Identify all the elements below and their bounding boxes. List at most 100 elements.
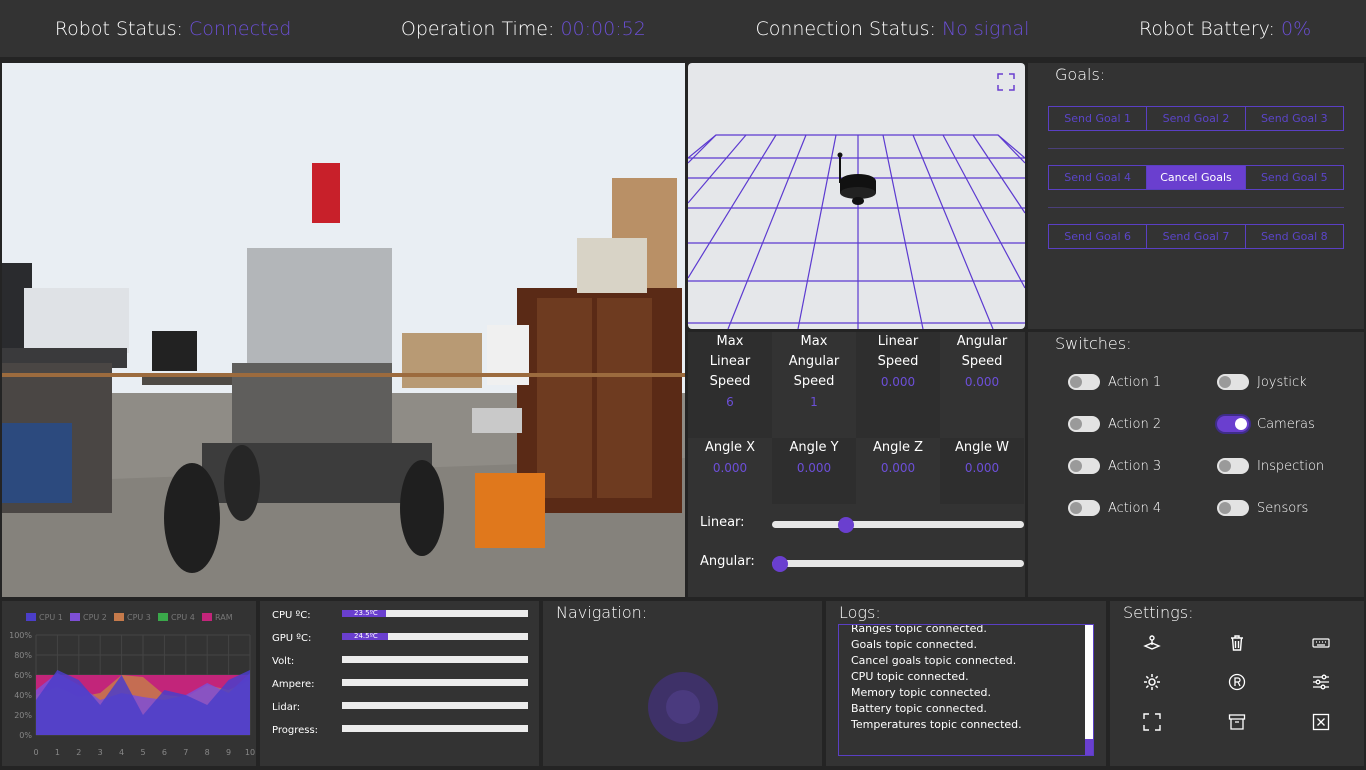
- log-scrollbar-thumb[interactable]: [1085, 739, 1093, 755]
- cancel-goals-button[interactable]: Cancel Goals: [1147, 166, 1246, 189]
- switch-label: Cameras: [1257, 416, 1315, 432]
- settings-gear-icon[interactable]: [1143, 673, 1161, 691]
- switches-title: Switches:: [1055, 334, 1132, 353]
- archive-icon[interactable]: [1228, 713, 1246, 731]
- switch-label: Action 4: [1108, 500, 1162, 516]
- goals-title: Goals:: [1055, 65, 1106, 84]
- legend-swatch: [26, 613, 36, 621]
- switch-inspection[interactable]: Inspection: [1217, 458, 1324, 474]
- switch-label: Action 2: [1108, 416, 1162, 432]
- angle-w-label: Angle W: [955, 440, 1009, 455]
- angle-z-value: 0.000: [880, 461, 916, 475]
- angle-x-value: 0.000: [712, 461, 748, 475]
- joystick-icon[interactable]: [1143, 634, 1161, 652]
- max-linear-speed-value: 6: [726, 395, 734, 409]
- toggle[interactable]: [1068, 374, 1100, 390]
- send-goal-3-button[interactable]: Send Goal 3: [1246, 107, 1343, 130]
- robot-status-label: Robot Status:: [54, 17, 183, 40]
- volt-label: Volt:: [272, 656, 295, 667]
- switch-sensors[interactable]: Sensors: [1217, 500, 1308, 516]
- robot-3d-view[interactable]: [688, 63, 1025, 329]
- send-goal-6-button[interactable]: Send Goal 6: [1049, 225, 1148, 248]
- x-tick-label: 2: [76, 748, 81, 757]
- x-tick-label: 1: [55, 748, 60, 757]
- log-line: Goals topic connected.: [851, 638, 978, 651]
- max-angular-speed-cell: Max Angular Speed 1: [772, 332, 856, 438]
- expand-icon[interactable]: [997, 73, 1015, 91]
- y-tick-label: 20%: [14, 711, 32, 720]
- log-scrollbar[interactable]: [1085, 625, 1093, 755]
- toggle[interactable]: [1217, 374, 1249, 390]
- angular-speed-label: Angular Speed: [956, 334, 1008, 369]
- legend-label: CPU 3: [127, 613, 151, 622]
- max-linear-speed-cell: Max Linear Speed 6: [688, 332, 772, 438]
- toggle[interactable]: [1217, 416, 1249, 432]
- switch-action-4[interactable]: Action 4: [1068, 500, 1161, 516]
- keyboard-icon[interactable]: [1312, 634, 1330, 652]
- cpu-usage-chart: 0% 20% 40% 60% 80% 100% 0 1 2 3 4 5 6 7 8 9 10 CPU 1 CPU 2…: [2, 601, 256, 766]
- switch-action-2[interactable]: Action 2: [1068, 416, 1161, 432]
- switch-label: Action 1: [1108, 374, 1162, 390]
- legend-swatch: [114, 613, 124, 621]
- send-goal-4-button[interactable]: Send Goal 4: [1049, 166, 1148, 189]
- legend-swatch: [70, 613, 80, 621]
- volt-bar: [342, 656, 528, 663]
- navigation-title: Navigation:: [556, 603, 648, 622]
- angular-slider-track[interactable]: [772, 560, 1024, 567]
- log-list[interactable]: Ranges topic connected. Goals topic conn…: [838, 624, 1094, 756]
- goals-row-3: Send Goal 6 Send Goal 7 Send Goal 8: [1048, 224, 1344, 249]
- robot-battery: Robot Battery: 0%: [1139, 18, 1311, 40]
- x-tick-label: 4: [119, 748, 124, 757]
- send-goal-8-button[interactable]: Send Goal 8: [1246, 225, 1343, 248]
- angular-slider-handle[interactable]: [772, 555, 788, 572]
- legend-label: CPU 4: [171, 613, 195, 622]
- connection-status-value: No signal: [941, 17, 1030, 40]
- fullscreen-icon[interactable]: [1143, 713, 1161, 731]
- legend-swatch: [202, 613, 212, 621]
- velocity-panel: Max Linear Speed 6 Max Angular Speed 1 L…: [688, 332, 1025, 597]
- switch-label: Joystick: [1257, 374, 1307, 390]
- angle-y-value: 0.000: [796, 461, 832, 475]
- logs-title: Logs:: [839, 603, 881, 622]
- x-tick-label: 6: [162, 748, 167, 757]
- toggle[interactable]: [1068, 416, 1100, 432]
- send-goal-7-button[interactable]: Send Goal 7: [1147, 225, 1246, 248]
- send-goal-5-button[interactable]: Send Goal 5: [1246, 166, 1343, 189]
- registered-icon[interactable]: [1228, 673, 1246, 691]
- max-angular-speed-value: 1: [810, 395, 818, 409]
- angular-speed-value: 0.000: [964, 375, 1000, 389]
- linear-slider-handle[interactable]: [838, 516, 855, 533]
- battery-label: Robot Battery:: [1139, 17, 1275, 40]
- x-tick-label: 8: [205, 748, 210, 757]
- angle-y-label: Angle Y: [789, 440, 839, 455]
- lidar-bar: [342, 702, 528, 709]
- send-goal-2-button[interactable]: Send Goal 2: [1147, 107, 1246, 130]
- operation-time-value: 00:00:52: [560, 17, 646, 40]
- trash-icon[interactable]: [1228, 634, 1246, 652]
- log-line: Battery topic connected.: [851, 702, 987, 715]
- sliders-icon[interactable]: [1312, 673, 1330, 691]
- joystick-handle[interactable]: [666, 690, 700, 724]
- close-box-icon[interactable]: [1312, 713, 1330, 731]
- linear-slider-track[interactable]: [772, 521, 1024, 528]
- log-line: Ranges topic connected.: [851, 624, 987, 635]
- gpu-temp-fill: 24.5ºC: [342, 633, 388, 640]
- linear-slider-label: Linear:: [700, 515, 745, 530]
- send-goal-1-button[interactable]: Send Goal 1: [1049, 107, 1148, 130]
- switch-action-3[interactable]: Action 3: [1068, 458, 1161, 474]
- x-tick-label: 9: [226, 748, 231, 757]
- ampere-label: Ampere:: [272, 679, 315, 690]
- cpu-temp-label: CPU ºC:: [272, 610, 311, 621]
- switch-cameras[interactable]: Cameras: [1217, 416, 1315, 432]
- toggle[interactable]: [1217, 458, 1249, 474]
- angle-w-value: 0.000: [964, 461, 1000, 475]
- gpu-temp-bar: 24.5ºC: [342, 633, 528, 640]
- switch-action-1[interactable]: Action 1: [1068, 374, 1161, 390]
- robot-status: Robot Status: Connected: [55, 18, 291, 40]
- toggle[interactable]: [1068, 500, 1100, 516]
- switch-joystick[interactable]: Joystick: [1217, 374, 1307, 390]
- toggle[interactable]: [1217, 500, 1249, 516]
- 3d-grid-canvas: [688, 134, 1025, 329]
- goals-row-2: Send Goal 4 Cancel Goals Send Goal 5: [1048, 165, 1344, 190]
- toggle[interactable]: [1068, 458, 1100, 474]
